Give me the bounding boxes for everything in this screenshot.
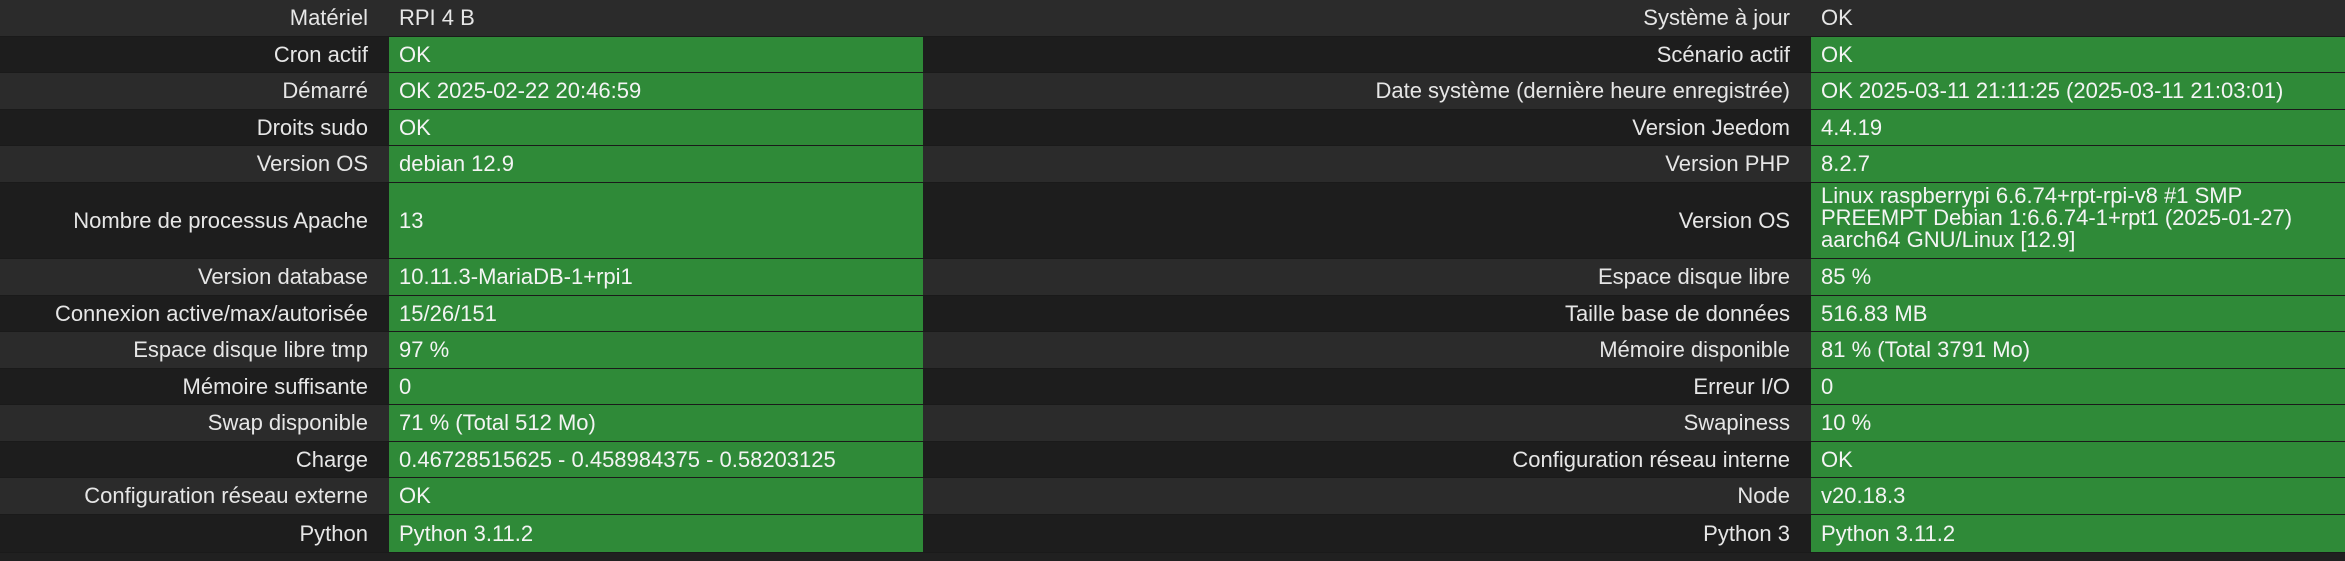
value-memoire-disponible: 81 % (Total 3791 Mo) bbox=[1811, 332, 2345, 369]
label-swapiness: Swapiness bbox=[923, 405, 1811, 442]
value-charge: 0.46728515625 - 0.458984375 - 0.58203125 bbox=[389, 442, 923, 478]
label-memoire-suffisante: Mémoire suffisante bbox=[0, 369, 389, 405]
label-espace-disque-libre: Espace disque libre bbox=[923, 259, 1811, 296]
value-connexion-active: 15/26/151 bbox=[389, 296, 923, 332]
label-materiel: Matériel bbox=[0, 0, 389, 37]
label-charge: Charge bbox=[0, 442, 389, 478]
label-connexion-active: Connexion active/max/autorisée bbox=[0, 296, 389, 332]
value-memoire-suffisante: 0 bbox=[389, 369, 923, 405]
value-config-reseau-interne: OK bbox=[1811, 442, 2345, 478]
value-systeme-a-jour: OK bbox=[1811, 0, 2345, 37]
label-scenario-actif: Scénario actif bbox=[923, 37, 1811, 73]
value-droits-sudo: OK bbox=[389, 110, 923, 146]
label-config-reseau-interne: Configuration réseau interne bbox=[923, 442, 1811, 478]
label-version-php: Version PHP bbox=[923, 146, 1811, 183]
value-scenario-actif: OK bbox=[1811, 37, 2345, 73]
value-version-database: 10.11.3-MariaDB-1+rpi1 bbox=[389, 259, 923, 296]
value-config-reseau-externe: OK bbox=[389, 478, 923, 515]
value-espace-disque-libre: 85 % bbox=[1811, 259, 2345, 296]
label-python3: Python 3 bbox=[923, 515, 1811, 553]
label-cron-actif: Cron actif bbox=[0, 37, 389, 73]
value-version-jeedom: 4.4.19 bbox=[1811, 110, 2345, 146]
label-demarre: Démarré bbox=[0, 73, 389, 110]
label-espace-disque-tmp: Espace disque libre tmp bbox=[0, 332, 389, 369]
label-node: Node bbox=[923, 478, 1811, 515]
label-version-os: Version OS bbox=[0, 146, 389, 183]
value-python: Python 3.11.2 bbox=[389, 515, 923, 553]
label-systeme-a-jour: Système à jour bbox=[923, 0, 1811, 37]
value-version-os: debian 12.9 bbox=[389, 146, 923, 183]
label-droits-sudo: Droits sudo bbox=[0, 110, 389, 146]
value-date-systeme: OK 2025-03-11 21:11:25 (2025-03-11 21:03… bbox=[1811, 73, 2345, 110]
value-espace-disque-tmp: 97 % bbox=[389, 332, 923, 369]
value-processus-apache: 13 bbox=[389, 183, 923, 259]
value-cron-actif: OK bbox=[389, 37, 923, 73]
label-erreur-io: Erreur I/O bbox=[923, 369, 1811, 405]
value-erreur-io: 0 bbox=[1811, 369, 2345, 405]
label-python: Python bbox=[0, 515, 389, 553]
label-version-jeedom: Version Jeedom bbox=[923, 110, 1811, 146]
label-processus-apache: Nombre de processus Apache bbox=[0, 183, 389, 259]
value-python3: Python 3.11.2 bbox=[1811, 515, 2345, 553]
value-swap-disponible: 71 % (Total 512 Mo) bbox=[389, 405, 923, 442]
value-demarre: OK 2025-02-22 20:46:59 bbox=[389, 73, 923, 110]
value-taille-base-donnees: 516.83 MB bbox=[1811, 296, 2345, 332]
label-taille-base-donnees: Taille base de données bbox=[923, 296, 1811, 332]
label-date-systeme: Date système (dernière heure enregistrée… bbox=[923, 73, 1811, 110]
label-version-database: Version database bbox=[0, 259, 389, 296]
health-table: Matériel RPI 4 B Système à jour OK Cron … bbox=[0, 0, 2345, 561]
value-swapiness: 10 % bbox=[1811, 405, 2345, 442]
label-version-os-kernel: Version OS bbox=[923, 183, 1811, 259]
label-swap-disponible: Swap disponible bbox=[0, 405, 389, 442]
value-materiel: RPI 4 B bbox=[389, 0, 923, 37]
label-config-reseau-externe: Configuration réseau externe bbox=[0, 478, 389, 515]
value-version-os-kernel: Linux raspberrypi 6.6.74+rpt-rpi-v8 #1 S… bbox=[1811, 183, 2345, 259]
value-node: v20.18.3 bbox=[1811, 478, 2345, 515]
label-memoire-disponible: Mémoire disponible bbox=[923, 332, 1811, 369]
value-version-php: 8.2.7 bbox=[1811, 146, 2345, 183]
